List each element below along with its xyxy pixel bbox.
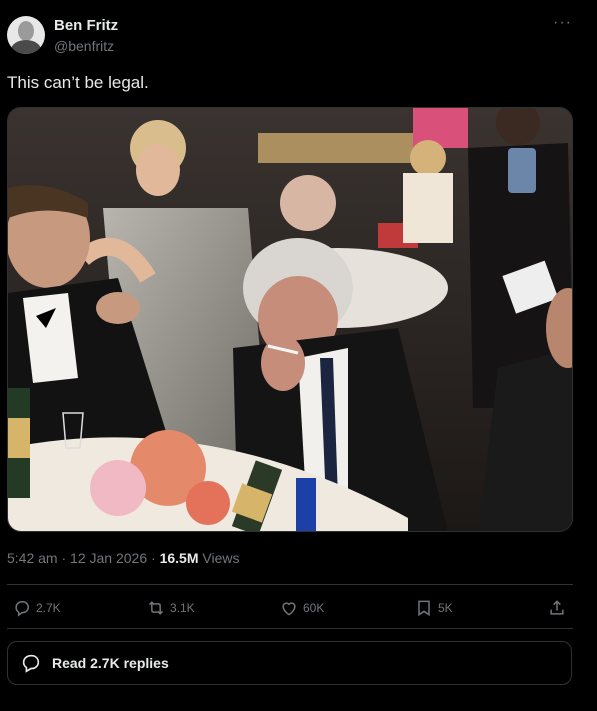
share-button[interactable] bbox=[547, 596, 567, 620]
bg-table-rail bbox=[258, 133, 428, 163]
center-woman-face bbox=[136, 144, 180, 196]
divider-top bbox=[7, 584, 573, 585]
bg-flowers bbox=[280, 175, 336, 231]
reply-icon bbox=[15, 601, 29, 617]
fg-flowers-3 bbox=[186, 481, 230, 525]
photo-scene bbox=[8, 108, 572, 531]
reply-button[interactable]: 2.7K bbox=[12, 596, 61, 620]
author-display-name[interactable]: Ben Fritz bbox=[54, 17, 118, 34]
more-options-icon[interactable]: ··· bbox=[553, 14, 572, 32]
like-button[interactable]: 60K bbox=[279, 596, 324, 620]
fg-bottle-left-label bbox=[8, 418, 30, 458]
views-label: Views bbox=[202, 550, 240, 566]
meta-separator-2: · bbox=[151, 550, 156, 566]
views-count: 16.5M bbox=[159, 550, 199, 566]
read-replies-label: Read 2.7K replies bbox=[52, 655, 169, 671]
read-replies-button[interactable]: Read 2.7K replies bbox=[7, 641, 572, 685]
meta-separator-1: · bbox=[61, 550, 67, 566]
retweet-count: 3.1K bbox=[170, 601, 195, 615]
tweet: Ben Fritz @benfritz ··· This can’t be le… bbox=[0, 0, 597, 711]
bookmark-button[interactable]: 5K bbox=[414, 596, 453, 620]
tweet-time[interactable]: 5:42 am bbox=[7, 550, 58, 566]
avatar-head-shape bbox=[18, 21, 34, 41]
tweet-date[interactable]: 12 Jan 2026 bbox=[70, 550, 147, 566]
reply-icon bbox=[22, 654, 40, 673]
action-bar: 2.7K 3.1K 60K 5K bbox=[0, 596, 597, 620]
tweet-text: This can’t be legal. bbox=[7, 73, 149, 92]
avatar-body-shape bbox=[11, 40, 41, 54]
like-count: 60K bbox=[303, 601, 325, 615]
fg-flowers-2 bbox=[90, 460, 146, 516]
reply-count: 2.7K bbox=[36, 601, 61, 615]
author-handle[interactable]: @benfritz bbox=[54, 38, 114, 54]
bookmark-icon bbox=[418, 600, 430, 617]
share-icon bbox=[550, 600, 564, 615]
tweet-photo[interactable] bbox=[7, 107, 573, 532]
retweet-icon bbox=[148, 601, 164, 615]
divider-bottom bbox=[7, 628, 573, 629]
heart-icon bbox=[282, 602, 296, 616]
retweet-button[interactable]: 3.1K bbox=[146, 596, 195, 620]
bg-blonde-body bbox=[403, 173, 453, 243]
avatar[interactable] bbox=[7, 16, 45, 54]
right-woman-phone bbox=[508, 148, 536, 193]
center-man-hand bbox=[261, 335, 305, 391]
bg-blonde-head bbox=[410, 140, 446, 176]
tweet-meta: 5:42 am · 12 Jan 2026 · 16.5M Views bbox=[7, 550, 239, 566]
left-man-hand bbox=[96, 292, 140, 324]
fg-water-bottle bbox=[296, 478, 316, 531]
bookmark-count: 5K bbox=[438, 601, 453, 615]
